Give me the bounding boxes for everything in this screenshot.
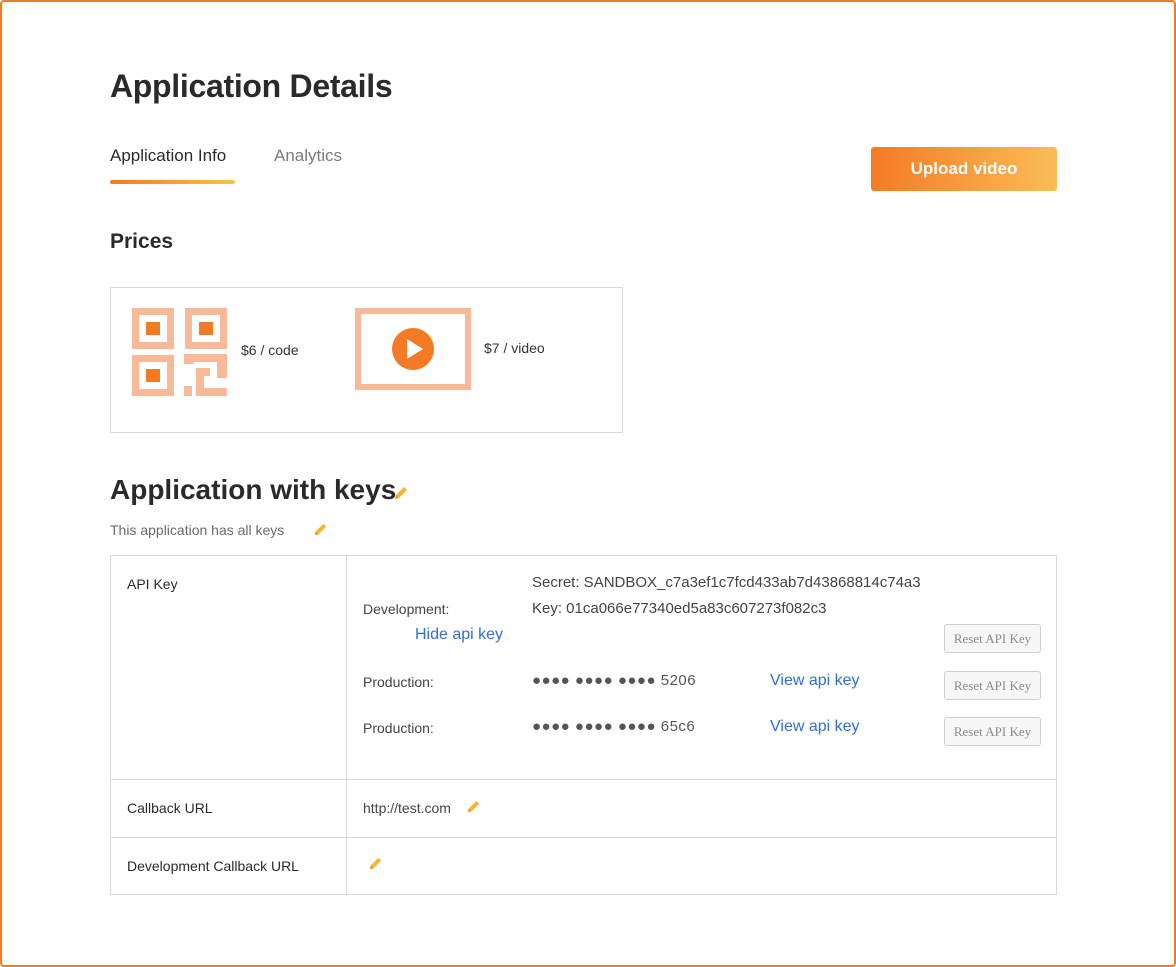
video-price: $7 / video xyxy=(484,340,545,356)
view-api-key-link-2[interactable]: View api key xyxy=(770,718,860,736)
dev-reset-api-key-button[interactable]: Reset API Key xyxy=(944,624,1041,653)
keys-section-subtitle: This application has all keys xyxy=(110,522,285,538)
table-row-callback-url: Callback URL http://test.com xyxy=(111,780,1056,838)
keys-section-title: Application with keys xyxy=(110,474,397,505)
prod-label-2: Production: xyxy=(363,720,434,736)
table-row-dev-callback-url: Development Callback URL xyxy=(111,838,1056,895)
page-title: Application Details xyxy=(110,68,393,104)
dev-callback-url-label: Development Callback URL xyxy=(127,858,299,874)
view-api-key-link-1[interactable]: View api key xyxy=(770,672,860,690)
api-key-label: API Key xyxy=(127,576,178,592)
callback-url-label: Callback URL xyxy=(127,800,213,816)
prod-masked-key-1: ●●●● ●●●● ●●●● 5206 xyxy=(532,672,697,689)
tab-application-info[interactable]: Application Info xyxy=(110,146,226,166)
table-row-api-key: API Key Secret: SANDBOX_c7a3ef1c7fcd433a… xyxy=(111,556,1056,780)
edit-subtitle-pencil-icon[interactable] xyxy=(312,521,329,543)
dev-secret-value: Secret: SANDBOX_c7a3ef1c7fcd433ab7d43868… xyxy=(532,574,921,591)
dev-label: Development: xyxy=(363,601,450,617)
prices-card: $6 / code $7 / video xyxy=(110,287,623,433)
keys-table: API Key Secret: SANDBOX_c7a3ef1c7fcd433a… xyxy=(110,555,1057,895)
edit-title-pencil-icon[interactable] xyxy=(392,484,410,507)
prod-reset-api-key-button-1[interactable]: Reset API Key xyxy=(944,671,1041,700)
video-play-icon xyxy=(355,308,471,390)
active-tab-indicator xyxy=(110,180,235,184)
upload-video-button[interactable]: Upload video xyxy=(871,147,1057,191)
edit-callback-pencil-icon[interactable] xyxy=(465,798,482,820)
dev-key-value: Key: 01ca066e77340ed5a83c607273f082c3 xyxy=(532,600,827,617)
callback-url-value: http://test.com xyxy=(363,800,451,816)
tab-analytics[interactable]: Analytics xyxy=(274,146,342,166)
prices-heading: Prices xyxy=(110,230,174,253)
code-price: $6 / code xyxy=(241,342,299,358)
prod-reset-api-key-button-2[interactable]: Reset API Key xyxy=(944,717,1041,746)
prod-masked-key-2: ●●●● ●●●● ●●●● 65c6 xyxy=(532,718,696,735)
qr-code-icon xyxy=(132,308,227,396)
hide-api-key-link[interactable]: Hide api key xyxy=(415,626,503,644)
edit-dev-callback-pencil-icon[interactable] xyxy=(367,855,384,877)
prod-label-1: Production: xyxy=(363,674,434,690)
